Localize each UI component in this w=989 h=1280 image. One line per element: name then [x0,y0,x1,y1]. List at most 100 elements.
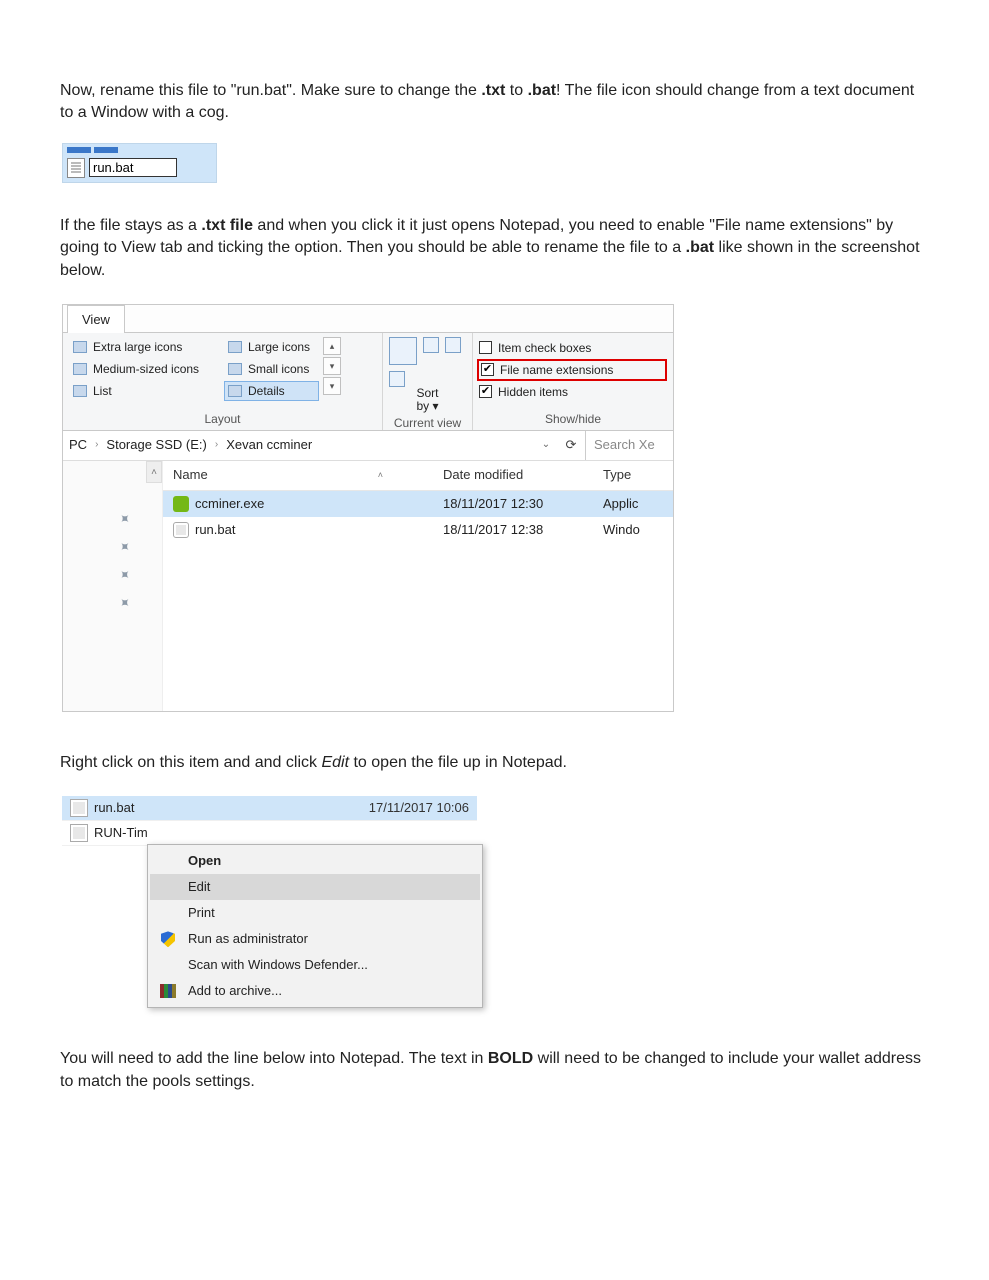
checkbox-item-check-boxes[interactable]: Item check boxes [479,337,667,359]
file-row[interactable]: ccminer.exe 18/11/2017 12:30 Applic [163,491,673,517]
group-layout: Extra large icons Large icons Medium-siz… [63,333,383,430]
paragraph-4: You will need to add the line below into… [60,1048,929,1093]
text: Now, rename this file to "run.bat". Make… [60,82,481,99]
layout-icon [228,385,242,397]
file-row[interactable]: run.bat 18/11/2017 12:38 Windo [163,517,673,543]
menu-print[interactable]: Print [150,900,480,926]
layout-icon [73,363,87,375]
paragraph-1: Now, rename this file to "run.bat". Make… [60,80,929,125]
size-columns-icon[interactable] [389,371,405,387]
label: Print [188,904,215,922]
breadcrumb: PC › Storage SSD (E:) › Xevan ccminer ⌄ … [63,431,673,461]
text: Right click on this item and and click [60,754,321,771]
scroll-more-icon[interactable]: ▾ [323,377,341,395]
breadcrumb-folder[interactable]: Xevan ccminer [226,436,312,454]
screenshot-rename [62,143,217,183]
layout-list[interactable]: List [69,381,224,401]
label: Scan with Windows Defender... [188,956,368,974]
exe-icon [173,496,189,512]
nav-pane: ˄ ✦ ✦ ✦ ✦ [63,461,163,711]
layout-small[interactable]: Small icons [224,359,319,379]
refresh-icon[interactable]: ⟳ [557,436,585,454]
menu-add-archive[interactable]: Add to archive... [150,978,480,1004]
file-date: 18/11/2017 12:30 [443,495,603,513]
scroll-up-icon[interactable]: ▴ [323,337,341,355]
pin-icon: ✦ [117,536,137,556]
pin-icon: ✦ [117,564,137,584]
menu-open[interactable]: Open [150,848,480,874]
layout-icon [228,363,242,375]
scroll-up-icon[interactable]: ˄ [146,461,162,483]
layout-icon [228,341,242,353]
file-row[interactable]: run.bat 17/11/2017 10:06 [62,796,477,821]
layout-scroll: ▴ ▾ ▾ [323,337,341,401]
file-name: run.bat [195,522,235,537]
screenshot-context-menu: run.bat 17/11/2017 10:06 RUN-Tim Open Ed… [62,796,477,1008]
column-name[interactable]: Name˄ [173,466,443,484]
label: Large icons [248,339,310,356]
checkbox-file-name-extensions[interactable]: File name extensions [477,359,667,381]
text-file-icon [67,158,85,178]
filename-input[interactable] [89,158,177,177]
ribbon: Extra large icons Large icons Medium-siz… [63,333,673,431]
breadcrumb-drive[interactable]: Storage SSD (E:) [106,436,206,454]
group-label: Current view [389,413,466,432]
pin-icon: ✦ [117,592,137,612]
layout-icon [73,385,87,397]
context-menu: Open Edit Print Run as administrator Sca… [147,844,483,1008]
layout-extra-large[interactable]: Extra large icons [69,337,224,357]
text-bold: .bat [528,82,556,99]
text: If the file stays as a [60,217,201,234]
file-type: Applic [603,495,673,513]
search-input[interactable]: Search Xe [585,431,673,460]
text-bold: .txt file [201,217,253,234]
pin-icon: ✦ [117,508,137,528]
group-label: Show/hide [479,409,667,428]
add-columns-icon[interactable] [445,337,461,353]
paragraph-3: Right click on this item and and click E… [60,752,929,774]
label: File name extensions [500,362,613,379]
screenshot-explorer: View Extra large icons Large icons Mediu… [62,304,674,712]
menu-scan-defender[interactable]: Scan with Windows Defender... [150,952,480,978]
checkbox-hidden-items[interactable]: Hidden items [479,381,667,403]
tab-view[interactable]: View [67,305,125,333]
label: Hidden items [498,384,568,401]
shield-icon [161,931,175,947]
label: Extra large icons [93,339,182,356]
label: Open [188,852,221,870]
file-row[interactable]: RUN-Tim [62,821,477,846]
scroll-down-icon[interactable]: ▾ [323,357,341,375]
label: List [93,383,112,400]
file-date: 17/11/2017 10:06 [369,799,469,817]
group-by-icon[interactable] [423,337,439,353]
label: Small icons [248,361,309,378]
layout-medium[interactable]: Medium-sized icons [69,359,224,379]
column-type[interactable]: Type [603,466,673,484]
layout-large[interactable]: Large icons [224,337,319,357]
text-italic: Edit [321,754,349,771]
label: Details [248,383,285,400]
label: Name [173,466,208,484]
archive-icon [160,984,176,998]
text-bold: BOLD [488,1050,533,1067]
layout-details[interactable]: Details [224,381,319,401]
file-name: ccminer.exe [195,496,264,511]
checkbox-icon [479,385,492,398]
checkbox-icon [481,363,494,376]
label: Item check boxes [498,340,591,357]
paragraph-2: If the file stays as a .txt file and whe… [60,215,929,282]
breadcrumb-pc[interactable]: PC [69,436,87,454]
group-label: Layout [69,409,376,428]
column-date[interactable]: Date modified [443,466,603,484]
text: You will need to add the line below into… [60,1050,488,1067]
file-name: RUN-Tim [94,824,148,842]
file-list: ˄ ✦ ✦ ✦ ✦ Name˄ Date modified Type ccmin… [63,461,673,711]
menu-edit[interactable]: Edit [150,874,480,900]
menu-run-as-admin[interactable]: Run as administrator [150,926,480,952]
breadcrumb-dropdown-icon[interactable]: ⌄ [535,438,557,452]
sort-icon[interactable] [389,337,417,365]
ribbon-tabs: View [63,305,673,333]
label: Add to archive... [188,982,282,1000]
label: Edit [188,878,210,896]
text: to [505,82,527,99]
